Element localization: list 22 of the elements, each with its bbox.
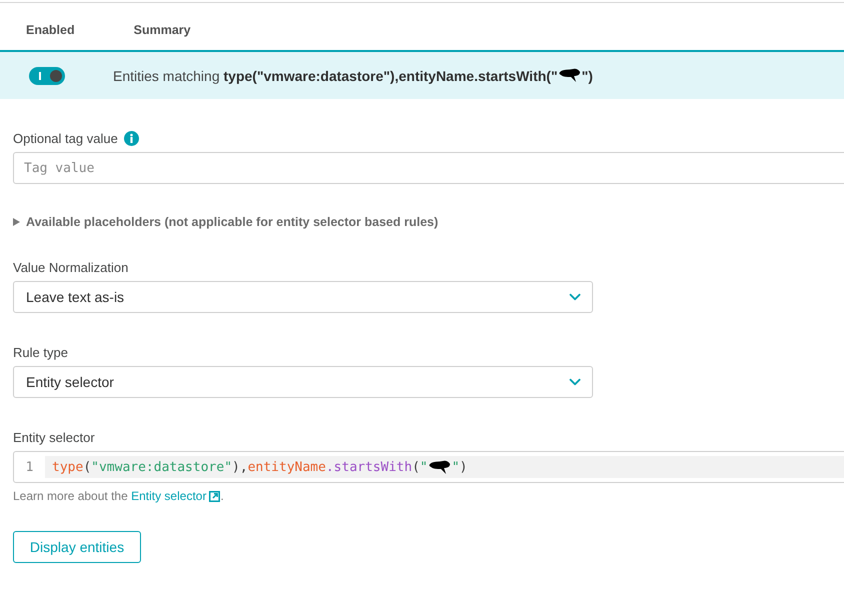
help-text: Learn more about the Entity selector .	[13, 488, 224, 504]
field-label: Optional tag value	[13, 130, 118, 146]
code-text: type("vmware:datastore"),entityName.startsWith("	[52, 460, 428, 474]
external-link-icon	[209, 490, 220, 502]
table-row[interactable]: Entities matching type("vmware:datastore"),entityName.startsWith(" ")	[0, 52, 844, 99]
info-icon[interactable]	[124, 130, 139, 146]
code-editor[interactable]: 1 type("vmware:datastore"),entityName.startsWith(" ")	[13, 451, 844, 483]
field-label: Entity selector	[13, 430, 95, 444]
code-text: ")	[452, 460, 468, 474]
placeholders-toggle[interactable]: Available placeholders (not applicable for entity selector based rules)	[13, 212, 438, 232]
caret-icon	[13, 218, 20, 226]
summary-text: Entities matching type("vmware:datastore"),entityName.startsWith("	[113, 68, 558, 84]
field-label: Value Normalization	[13, 260, 128, 274]
dropdown-select[interactable]: Leave text as-is	[13, 281, 593, 313]
dropdown-select[interactable]: Entity selector	[13, 366, 593, 398]
field-label: Rule type	[13, 344, 68, 360]
column-header: Enabled	[26, 22, 75, 38]
summary-text: ")	[582, 68, 593, 84]
tag-value-input[interactable]: Tag value	[13, 152, 844, 184]
line-number: 1	[24, 458, 34, 476]
column-header: Summary	[134, 22, 191, 38]
enabled-toggle[interactable]	[29, 66, 65, 84]
